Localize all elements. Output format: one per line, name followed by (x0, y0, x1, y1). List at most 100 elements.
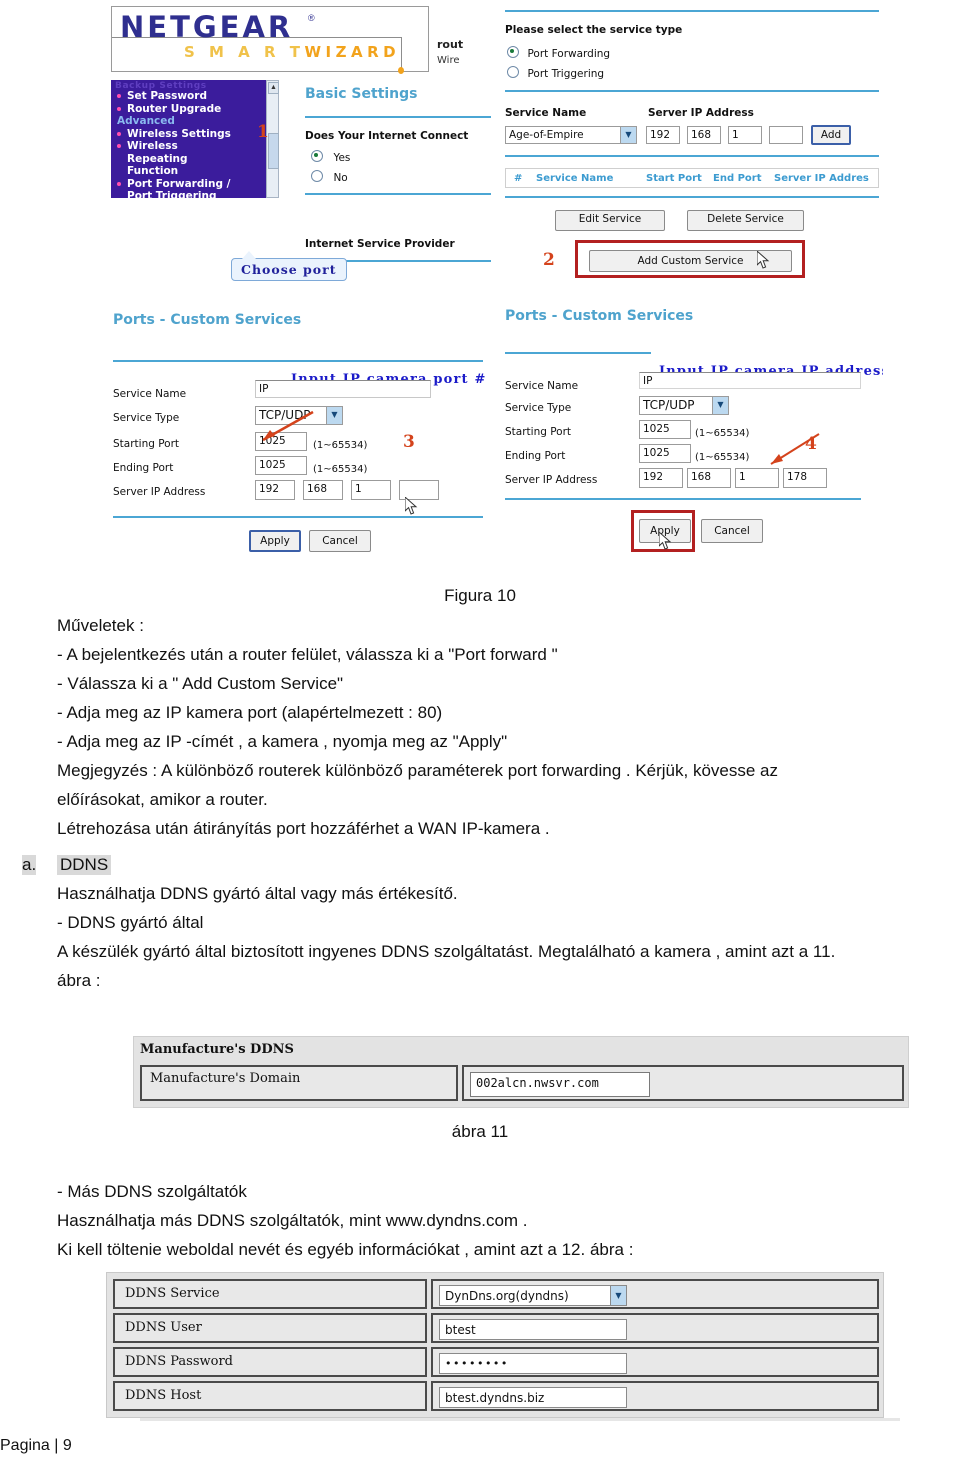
th-service-name: Service Name (536, 173, 614, 184)
panel3-service-name-input[interactable]: IP (255, 380, 431, 398)
server-ip-octet-3[interactable]: 1 (728, 126, 762, 144)
sidebar-item-port-triggering[interactable]: Port Triggering (114, 190, 266, 198)
panel4-rule-bottom (505, 498, 861, 500)
panel4-rule-top (505, 352, 651, 354)
panel3-ip-octet-3[interactable]: 1 (351, 480, 391, 500)
panel3-rule-top (113, 360, 483, 362)
ddns-line-1: Használhatja DDNS gyártó által vagy más … (57, 884, 458, 903)
chevron-down-icon[interactable]: ▼ (326, 407, 342, 424)
ddns-host-input[interactable]: btest.dyndns.biz (439, 1387, 627, 1408)
other-ddns-line-1: - Más DDNS szolgáltatók (57, 1182, 247, 1201)
panel2-rule-3 (505, 155, 879, 157)
edit-service-button[interactable]: Edit Service (555, 210, 665, 231)
radio-yes-row[interactable]: Yes (311, 148, 350, 166)
sidebar-label: Repeating (127, 152, 188, 165)
radio-yes-icon[interactable] (311, 150, 323, 162)
panel4-starting-port-input[interactable]: 1025 (639, 420, 691, 439)
ddns-password-input[interactable]: •••••••• (439, 1353, 627, 1374)
panel4-ip-octet-1[interactable]: 192 (639, 468, 683, 488)
radio-port-forwarding-label: Port Forwarding (527, 48, 611, 60)
panel3-label-ending-port: Ending Port (113, 462, 174, 474)
netgear-brand-text: NETGEAR (120, 10, 294, 44)
scrollbar-thumb[interactable] (268, 133, 279, 169)
netgear-logo-box: NETGEAR ® S M A R TWIZARD (111, 6, 429, 74)
radio-port-forwarding-icon[interactable] (507, 46, 519, 58)
service-type-prompt: Please select the service type (505, 24, 683, 36)
panel4-red-arrow-icon (759, 432, 829, 477)
panel3-apply-button[interactable]: Apply (249, 530, 301, 552)
figure10-panel-1: NETGEAR ® S M A R TWIZARD rout Wire Back… (105, 0, 491, 292)
delete-service-button[interactable]: Delete Service (687, 210, 804, 231)
panel3-cancel-button[interactable]: Cancel (309, 530, 371, 552)
sidebar-item-wireless-repeating[interactable]: Wireless (114, 140, 266, 153)
ddns-service-select[interactable]: DynDns.org(dyndns) ▼ (439, 1285, 627, 1306)
router-sidebar-nav[interactable]: Backup Settings Set Password Router Upgr… (111, 80, 266, 198)
th-end-port: End Port (713, 173, 762, 184)
sidebar-item-wireless-repeating-line3[interactable]: Function (114, 165, 266, 178)
radio-no-row[interactable]: No (311, 168, 348, 186)
panel1-rule-1 (305, 116, 491, 118)
radio-port-forwarding-row[interactable]: Port Forwarding (507, 44, 610, 62)
chevron-down-icon[interactable]: ▼ (712, 397, 728, 414)
sidebar-item-router-upgrade[interactable]: Router Upgrade (114, 103, 266, 116)
panel1-title: Basic Settings (305, 86, 418, 102)
ddns-service-label: DDNS Service (113, 1279, 427, 1309)
sidebar-label: Router Upgrade (127, 102, 222, 115)
manufacture-ddns-title: Manufacture's DDNS (140, 1042, 294, 1057)
panel4-service-type-select[interactable]: TCP/UDP ▼ (639, 396, 729, 415)
panel4-cancel-button[interactable]: Cancel (701, 519, 763, 543)
panel4-service-name-input[interactable]: IP (639, 372, 861, 389)
server-ip-octet-2[interactable]: 168 (687, 126, 721, 144)
radio-port-triggering-row[interactable]: Port Triggering (507, 64, 604, 82)
panel3-ending-port-hint: (1~65534) (313, 464, 368, 475)
panel3-starting-port-hint: (1~65534) (313, 440, 368, 451)
server-ip-octet-4[interactable] (769, 126, 803, 144)
sidebar-item-port-forwarding[interactable]: Port Forwarding / (114, 178, 266, 191)
logo-dot-icon (398, 67, 404, 74)
panel2-rule-top (505, 10, 879, 12)
sidebar-item-wireless-repeating-line2[interactable]: Repeating (114, 153, 266, 166)
chevron-down-icon[interactable]: ▼ (620, 127, 636, 143)
radio-no-label: No (333, 172, 348, 184)
add-button[interactable]: Add (811, 125, 851, 145)
sidebar-label: Set Password (127, 90, 207, 102)
ddns-line-2: - DDNS gyártó által (57, 913, 204, 932)
sidebar-label: Port Triggering (127, 190, 217, 198)
chevron-down-icon[interactable]: ▼ (610, 1286, 626, 1305)
radio-port-triggering-icon[interactable] (507, 66, 519, 78)
server-ip-octet-1[interactable]: 192 (646, 126, 680, 144)
sidebar-item-set-password[interactable]: Set Password (114, 90, 266, 103)
panel4-ending-port-hint: (1~65534) (695, 452, 750, 463)
th-index: # (514, 173, 523, 184)
th-server-ip: Server IP Addres (774, 173, 869, 184)
sidebar-label: Port Forwarding / (127, 177, 231, 190)
figure-10-composite: NETGEAR ® S M A R TWIZARD rout Wire Back… (105, 0, 883, 578)
figure-10-caption: Figura 10 (444, 586, 516, 605)
radio-no-icon[interactable] (311, 170, 323, 182)
panel4-ip-octet-2[interactable]: 168 (687, 468, 731, 488)
figure10-panel-3: Ports - Custom Services Input IP camera … (105, 292, 491, 578)
other-ddns-line-2: Használhatja más DDNS szolgáltatók, mint… (57, 1211, 528, 1230)
panel4-title: Ports - Custom Services (505, 308, 694, 324)
figure10-panel-4: Ports - Custom Services Input IP camera … (491, 292, 883, 578)
sidebar-label: Function (127, 165, 179, 177)
footer-divider (140, 1418, 900, 1421)
panel3-label-starting-port: Starting Port (113, 438, 180, 450)
service-name-select[interactable]: Age-of-Empire ▼ (505, 126, 637, 144)
header-router-text: rout (437, 38, 464, 51)
internet-connection-question: Does Your Internet Connect (305, 130, 469, 142)
wizard-text: WIZARD (304, 43, 401, 61)
step-marker-1: 1 (257, 122, 269, 142)
ddns-user-label: DDNS User (113, 1313, 427, 1343)
sidebar-item-wireless-settings[interactable]: Wireless Settings (114, 128, 266, 141)
panel4-ending-port-input[interactable]: 1025 (639, 444, 691, 463)
panel3-ip-octet-2[interactable]: 168 (303, 480, 343, 500)
panel3-ending-port-input[interactable]: 1025 (255, 456, 307, 475)
chevron-up-icon[interactable]: ▲ (268, 82, 279, 94)
ddns-user-input[interactable]: btest (439, 1319, 627, 1340)
note-line-2: előírásokat, amikor a router. (57, 790, 268, 809)
manufacture-domain-input[interactable]: 002alcn.nwsvr.com (470, 1072, 650, 1097)
ddns-host-label: DDNS Host (113, 1381, 427, 1411)
panel3-ip-octet-1[interactable]: 192 (255, 480, 295, 500)
page-footer: Pagina | 9 (0, 1437, 72, 1454)
